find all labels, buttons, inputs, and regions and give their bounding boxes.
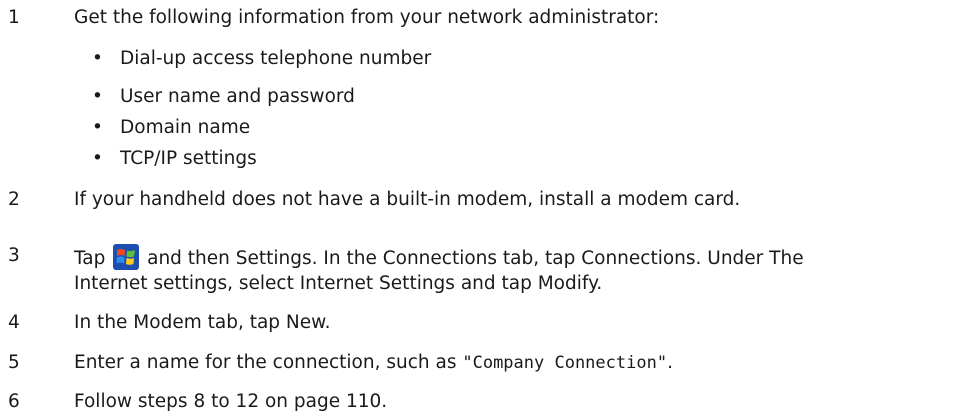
step-text: Tap <box>74 248 106 269</box>
connection-name-example: "Company Connection" <box>462 353 668 373</box>
bullet-icon: • <box>92 117 103 138</box>
bullet-icon: • <box>92 86 103 107</box>
step-text: Follow steps 8 to 12 on page 110. <box>74 391 388 412</box>
step-text: Get the following information from your … <box>74 7 660 28</box>
step-text: If your handheld does not have a built-i… <box>74 189 741 210</box>
step-text: Enter a name for the connection, such as <box>74 352 463 373</box>
bullet-icon: • <box>92 148 103 169</box>
step-text-end: . <box>667 352 673 373</box>
bullet-text: Dial-up access telephone number <box>120 48 432 69</box>
step-text: and then Settings. In the Connections ta… <box>147 248 804 269</box>
bullet-text: Domain name <box>120 117 251 138</box>
bullet-icon: • <box>92 48 103 69</box>
step-text: Internet settings, select Internet Setti… <box>74 273 603 294</box>
windows-start-icon[interactable] <box>113 244 140 270</box>
step-number: 5 <box>8 352 20 373</box>
step-number: 1 <box>8 7 20 28</box>
step-number: 4 <box>8 312 20 333</box>
bullet-text: User name and password <box>120 86 355 107</box>
step-text: In the Modem tab, tap New. <box>74 312 331 333</box>
bullet-text: TCP/IP settings <box>120 148 257 169</box>
instruction-page: 1 Get the following information from you… <box>0 0 956 419</box>
step-number: 2 <box>8 189 20 210</box>
step-number: 3 <box>8 245 20 266</box>
step-number: 6 <box>8 391 20 412</box>
